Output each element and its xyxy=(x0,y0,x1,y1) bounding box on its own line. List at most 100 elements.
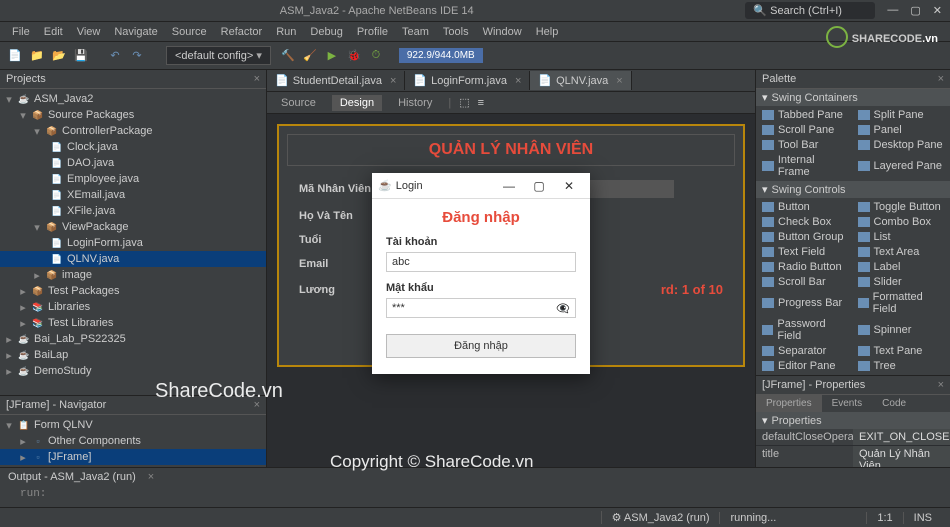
java-file[interactable]: 📄Employee.java xyxy=(0,171,266,187)
eye-off-icon[interactable]: 👁‍🗨 xyxy=(556,302,570,315)
project-node[interactable]: ▸☕Bai_Lab_PS22325 xyxy=(0,331,266,347)
menu-edit[interactable]: Edit xyxy=(38,24,69,40)
debug-icon[interactable]: 🐞 xyxy=(345,47,363,65)
props-tab-properties[interactable]: Properties xyxy=(756,395,822,412)
password-input[interactable] xyxy=(386,298,576,318)
palette-item[interactable]: Text Area xyxy=(854,245,949,259)
global-search[interactable]: 🔍 Search (Ctrl+I) xyxy=(745,2,875,19)
editor-tab-design[interactable]: Design xyxy=(332,95,382,111)
profile-icon[interactable]: ⏱ xyxy=(367,47,385,65)
palette-item[interactable]: Separator xyxy=(758,344,853,358)
palette-item[interactable]: Combo Box xyxy=(854,215,949,229)
nav-item-selected[interactable]: ▸▫[JFrame] xyxy=(0,449,266,465)
tree-node[interactable]: ▸📚Libraries xyxy=(0,299,266,315)
open-icon[interactable]: 📂 xyxy=(50,47,68,65)
palette-item[interactable]: Spinner xyxy=(854,317,949,343)
clean-build-icon[interactable]: 🧹 xyxy=(301,47,319,65)
file-tab[interactable]: 📄LoginForm.java× xyxy=(405,71,530,90)
menu-run[interactable]: Run xyxy=(270,24,302,40)
menu-help[interactable]: Help xyxy=(530,24,565,40)
palette-item[interactable]: List xyxy=(854,230,949,244)
dialog-maximize-icon[interactable]: ▢ xyxy=(524,179,554,193)
palette-item[interactable]: Tool Bar xyxy=(758,138,853,152)
nav-root[interactable]: ▾📋Form QLNV xyxy=(0,417,266,433)
memory-indicator[interactable]: 922.9/944.0MB xyxy=(399,48,483,63)
palette-item[interactable]: Slider xyxy=(854,275,949,289)
menu-profile[interactable]: Profile xyxy=(351,24,394,40)
props-tab-events[interactable]: Events xyxy=(822,395,873,412)
dialog-close-icon[interactable]: ✕ xyxy=(554,179,584,193)
output-close-icon[interactable]: × xyxy=(148,471,154,483)
project-root[interactable]: ▾☕ASM_Java2 xyxy=(0,91,266,107)
palette-item[interactable]: Check Box xyxy=(758,215,853,229)
palette-item[interactable]: Panel xyxy=(854,123,949,137)
project-node[interactable]: ▸☕DemoStudy xyxy=(0,363,266,379)
username-input[interactable] xyxy=(386,252,576,272)
panel-close-icon[interactable]: × xyxy=(254,73,260,85)
props-tab-code[interactable]: Code xyxy=(872,395,916,412)
palette-item[interactable]: Tabbed Pane xyxy=(758,108,853,122)
tab-close-icon[interactable]: × xyxy=(515,75,521,87)
java-file[interactable]: 📄LoginForm.java xyxy=(0,235,266,251)
section-containers[interactable]: ▾ Swing Containers xyxy=(756,89,950,106)
file-tab[interactable]: 📄StudentDetail.java× xyxy=(267,71,405,90)
palette-item[interactable]: Progress Bar xyxy=(758,290,853,316)
maximize-icon[interactable]: ▢ xyxy=(910,4,920,17)
palette-item[interactable]: Text Pane xyxy=(854,344,949,358)
view-package[interactable]: ▾📦ViewPackage xyxy=(0,219,266,235)
java-file-selected[interactable]: 📄QLNV.java xyxy=(0,251,266,267)
java-file[interactable]: 📄Clock.java xyxy=(0,139,266,155)
file-tab-active[interactable]: 📄QLNV.java× xyxy=(530,71,631,90)
controller-package[interactable]: ▾📦ControllerPackage xyxy=(0,123,266,139)
palette-item[interactable]: Toggle Button xyxy=(854,200,949,214)
palette-item[interactable]: Desktop Pane xyxy=(854,138,949,152)
palette-item[interactable]: Internal Frame xyxy=(758,153,853,179)
selection-mode-icon[interactable]: ⬚ xyxy=(459,96,469,109)
menu-team[interactable]: Team xyxy=(396,24,435,40)
nav-item[interactable]: ▸▫Other Components xyxy=(0,433,266,449)
panel-close-icon[interactable]: × xyxy=(938,73,944,85)
editor-tab-source[interactable]: Source xyxy=(273,95,324,111)
tab-close-icon[interactable]: × xyxy=(390,75,396,87)
tree-node[interactable]: ▸📚Test Libraries xyxy=(0,315,266,331)
palette-item[interactable]: Split Pane xyxy=(854,108,949,122)
property-row[interactable]: defaultCloseOperationEXIT_ON_CLOSE xyxy=(756,429,950,446)
config-combo[interactable]: <default config> ▾ xyxy=(166,46,271,65)
new-file-icon[interactable]: 📄 xyxy=(6,47,24,65)
palette-item[interactable]: Scroll Pane xyxy=(758,123,853,137)
close-icon[interactable]: ✕ xyxy=(933,4,942,17)
java-file[interactable]: 📄XEmail.java xyxy=(0,187,266,203)
palette-item[interactable]: Layered Pane xyxy=(854,153,949,179)
palette-item[interactable]: Scroll Bar xyxy=(758,275,853,289)
menu-refactor[interactable]: Refactor xyxy=(215,24,269,40)
tree-node[interactable]: ▸📦Test Packages xyxy=(0,283,266,299)
tree-node[interactable]: ▸📦image xyxy=(0,267,266,283)
dialog-minimize-icon[interactable]: — xyxy=(494,179,524,193)
panel-close-icon[interactable]: × xyxy=(938,379,944,391)
minimize-icon[interactable]: — xyxy=(887,4,898,17)
palette-item[interactable]: Button xyxy=(758,200,853,214)
menu-navigate[interactable]: Navigate xyxy=(108,24,163,40)
java-file[interactable]: 📄DAO.java xyxy=(0,155,266,171)
login-button[interactable]: Đăng nhập xyxy=(386,334,576,358)
palette-item[interactable]: Text Field xyxy=(758,245,853,259)
menu-tools[interactable]: Tools xyxy=(437,24,475,40)
align-icon[interactable]: ≡ xyxy=(478,97,484,109)
menu-window[interactable]: Window xyxy=(477,24,528,40)
project-node[interactable]: ▸☕BaiLap xyxy=(0,347,266,363)
undo-icon[interactable]: ↶ xyxy=(106,47,124,65)
tab-close-icon[interactable]: × xyxy=(616,75,622,87)
section-controls[interactable]: ▾ Swing Controls xyxy=(756,181,950,198)
menu-debug[interactable]: Debug xyxy=(304,24,348,40)
props-section[interactable]: ▾ Properties xyxy=(756,412,950,429)
palette-item[interactable]: Button Group xyxy=(758,230,853,244)
palette-item[interactable]: Radio Button xyxy=(758,260,853,274)
palette-item[interactable]: Tree xyxy=(854,359,949,373)
new-project-icon[interactable]: 📁 xyxy=(28,47,46,65)
menu-file[interactable]: File xyxy=(6,24,36,40)
build-icon[interactable]: 🔨 xyxy=(279,47,297,65)
editor-tab-history[interactable]: History xyxy=(390,95,440,111)
redo-icon[interactable]: ↷ xyxy=(128,47,146,65)
save-all-icon[interactable]: 💾 xyxy=(72,47,90,65)
palette-item[interactable]: Editor Pane xyxy=(758,359,853,373)
